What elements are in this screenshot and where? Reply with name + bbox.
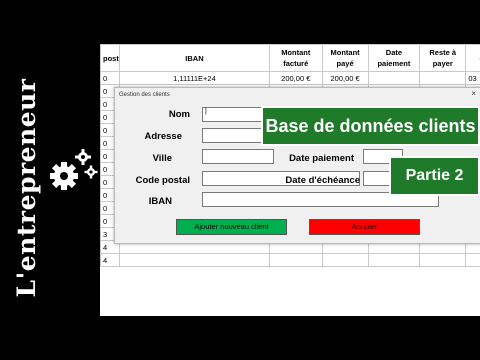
table-cell[interactable]: 200,00 € xyxy=(321,71,369,85)
column-header[interactable]: d' xyxy=(465,44,480,72)
table-cell[interactable] xyxy=(419,253,467,267)
table-cell[interactable] xyxy=(465,253,480,267)
column-header[interactable]: Date paiement xyxy=(367,44,421,72)
gears-icon xyxy=(50,149,98,190)
title-banner: Base de données clients xyxy=(261,106,480,146)
channel-title: L'entrepreneur xyxy=(12,78,41,298)
code-postal-label: Code postal xyxy=(135,175,190,186)
add-client-button[interactable]: Ajouter nouveau client xyxy=(176,219,287,235)
table-row: 4 xyxy=(100,253,480,267)
ville-field[interactable] xyxy=(202,149,274,164)
table-cell[interactable] xyxy=(367,253,421,267)
column-header[interactable]: Montant facturé xyxy=(269,44,323,72)
table-cell[interactable]: 4 xyxy=(100,253,120,267)
video-frame: L'entrepreneur post IBAN Montant facturé… xyxy=(0,0,480,360)
table-cell[interactable] xyxy=(321,253,369,267)
table-cell[interactable] xyxy=(419,71,467,85)
iban-label: IBAN xyxy=(148,196,172,207)
date-echeance-label: Date d'échéance xyxy=(285,175,360,186)
table-cell[interactable]: 200,00 € xyxy=(269,71,323,85)
nom-label: Nom xyxy=(168,109,190,120)
column-header[interactable]: postal xyxy=(100,44,120,72)
column-header[interactable]: Montant payé xyxy=(321,44,369,72)
column-header[interactable]: IBAN xyxy=(118,44,271,72)
header-row: postal IBAN Montant facturé Montant payé… xyxy=(100,44,480,72)
part-banner: Partie 2 xyxy=(389,156,480,196)
table-cell[interactable]: 03 xyxy=(465,71,480,85)
table-cell[interactable] xyxy=(367,71,421,85)
cancel-button[interactable]: Annuler xyxy=(309,219,420,235)
adresse-label: Adresse xyxy=(144,131,183,142)
table-cell[interactable] xyxy=(269,253,323,267)
table-row: 0 1,11111E+24 200,00 €200,00 €03 xyxy=(100,71,480,85)
ville-label: Ville xyxy=(152,153,172,164)
close-icon[interactable]: × xyxy=(471,89,476,98)
dialog-title: Gestion des clients xyxy=(119,92,170,98)
table-cell[interactable]: 1,11111E+24 xyxy=(118,71,271,85)
table-cell[interactable] xyxy=(118,253,271,267)
date-paiement-label: Date paiement xyxy=(289,153,354,164)
table-cell[interactable]: 0 xyxy=(100,71,120,85)
column-header[interactable]: Reste à payer xyxy=(419,44,467,72)
